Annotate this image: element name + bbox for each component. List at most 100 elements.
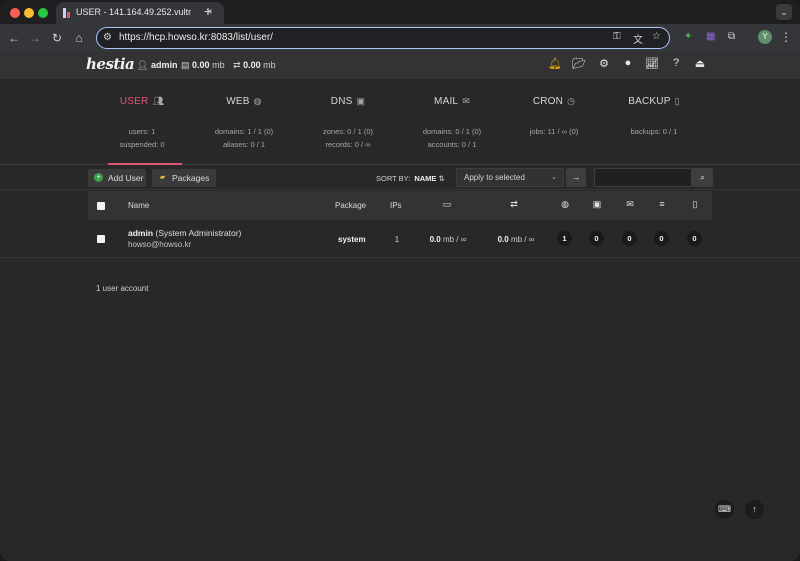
user-count: 1 user account (96, 284, 149, 293)
user-disk: 0.0 mb / ∞ (429, 235, 467, 244)
dns-book-icon: ▣ (592, 199, 602, 209)
reload-icon[interactable]: ↻ (49, 30, 65, 46)
disk-usage: ▤ 0.00 mb (181, 60, 225, 70)
home-icon[interactable]: ⌂ (71, 30, 87, 46)
scroll-top-button[interactable]: ↑ (745, 500, 764, 519)
mail-count-badge: 0 (622, 231, 637, 246)
add-circle-icon: + (94, 173, 103, 182)
hestia-logo[interactable]: hestia (86, 55, 135, 73)
active-tab-indicator (108, 163, 182, 165)
back-icon[interactable]: ← (6, 30, 22, 46)
browser-menu-icon[interactable]: ⋮ (780, 30, 792, 44)
backup-count-badge: 0 (687, 231, 702, 246)
transfer-icon: ⇄ (233, 60, 241, 70)
profile-icon[interactable]: ● (621, 57, 635, 73)
tab-backup[interactable]: BACKUP ▯ backups: 0 / 1 (604, 79, 704, 137)
apply-button[interactable]: → (566, 168, 586, 187)
search-icon: ⌕ (699, 172, 706, 182)
sort-arrows-icon: ⇅ (438, 174, 445, 183)
tab-title: USER - 141.164.49.252.vultr (76, 7, 192, 17)
profile-avatar[interactable]: Y (758, 30, 772, 44)
new-tab-button[interactable]: + (204, 3, 212, 19)
divider (0, 257, 800, 258)
bookmark-star-icon[interactable]: ☆ (652, 31, 661, 42)
arrow-up-icon: ↑ (752, 504, 757, 514)
column-ips[interactable]: IPs (390, 201, 402, 210)
keyboard-shortcuts-button[interactable]: ⌨ (715, 500, 734, 519)
user-email: howso@howso.kr (128, 240, 192, 249)
add-user-button[interactable]: + Add User (88, 169, 146, 187)
address-bar[interactable]: ⚙ https://hcp.howso.kr:8083/list/user/ ⚿… (96, 27, 670, 49)
browser-tab[interactable]: USER - 141.164.49.252.vultr × (56, 2, 224, 24)
tab-strip: USER - 141.164.49.252.vultr × + ⌄ (0, 0, 800, 24)
row-checkbox[interactable] (97, 235, 105, 243)
password-key-icon[interactable]: ⚿ (613, 31, 621, 42)
browser-toolbar: ← → ↻ ⌂ ⚙ https://hcp.howso.kr:8083/list… (0, 24, 800, 52)
notifications-icon[interactable]: 🔔︎ (548, 57, 562, 73)
mail-icon: ✉ (626, 199, 634, 209)
tab-cron[interactable]: CRON ◷ jobs: 11 / ∞ (0) (504, 79, 604, 137)
user-indicator: 👤︎ admin (137, 60, 178, 70)
database-icon: ≡ (659, 199, 665, 209)
hard-drive-icon: ▤ (181, 60, 190, 70)
help-icon[interactable]: ? (669, 57, 683, 73)
mail-bulk-icon: ✉ (462, 96, 470, 106)
table-header: Name Package IPs ▭ ⇄ ◍ ▣ ✉ ≡ ▯ (88, 191, 712, 220)
column-name[interactable]: Name (128, 201, 149, 210)
user-package: system (338, 235, 366, 244)
app-topbar: hestia 👤︎ admin ▤ 0.00 mb ⇄ 0.00 mb 🔔︎ 📂… (0, 52, 800, 79)
section-tabs: USER 👥︎ users: 1 suspended: 0 WEB ◍ domain… (0, 79, 800, 165)
address-book-icon: ▣ (356, 96, 366, 106)
window-close-button[interactable] (10, 8, 20, 18)
globe-icon: ◍ (253, 96, 262, 106)
users-icon: 👥︎ (152, 96, 165, 106)
select-all-checkbox[interactable] (97, 202, 105, 210)
file-manager-icon[interactable]: 📂︎ (572, 57, 586, 73)
disk-icon: ▭ (442, 199, 452, 209)
dns-count-badge: 0 (589, 231, 604, 246)
bulk-action-select[interactable]: Apply to selected ⌄ (456, 168, 564, 187)
tab-user[interactable]: USER 👥︎ users: 1 suspended: 0 (92, 79, 192, 150)
browser-window: USER - 141.164.49.252.vultr × + ⌄ ← → ↻ … (0, 0, 800, 561)
tab-mail[interactable]: MAIL ✉ domains: 0 / 1 (0) accounts: 0 / 1 (402, 79, 502, 150)
extensions-puzzle-icon[interactable]: ⧉ (728, 31, 735, 42)
tab-web[interactable]: WEB ◍ domains: 1 / 1 (0) aliases: 0 / 1 (194, 79, 294, 150)
extension-leaf-icon[interactable]: ✦ (684, 31, 692, 42)
server-settings-icon[interactable]: ⚙ (597, 57, 611, 73)
tab-dns[interactable]: DNS ▣ zones: 0 / 1 (0) records: 0 / ∞ (298, 79, 398, 150)
user-name[interactable]: admin (System Administrator) (128, 228, 241, 238)
sort-by-control[interactable]: SORT BY: NAME ⇅ (376, 174, 445, 183)
bandwidth-usage: ⇄ 0.00 mb (233, 60, 276, 70)
logout-icon[interactable]: ⏏ (693, 57, 707, 73)
chevron-down-icon: ⌄ (551, 174, 557, 181)
statistics-icon[interactable]: 📈︎ (645, 57, 659, 73)
web-count-badge: 1 (557, 231, 572, 246)
keyboard-icon: ⌨ (718, 504, 731, 514)
forward-icon[interactable]: → (27, 30, 43, 46)
search-input[interactable] (594, 168, 692, 187)
box-icon: ▰ (159, 174, 166, 181)
url-text: https://hcp.howso.kr:8083/list/user/ (119, 32, 273, 43)
extension-grid-icon[interactable]: ▦ (706, 31, 715, 42)
file-zipper-icon: ▯ (674, 96, 680, 106)
web-globe-icon: ◍ (561, 199, 569, 209)
column-package[interactable]: Package (335, 201, 366, 210)
table-row: admin (System Administrator) howso@howso… (88, 220, 712, 257)
translate-icon[interactable]: 文 (633, 31, 643, 46)
site-info-icon[interactable]: ⚙ (103, 32, 112, 43)
packages-button[interactable]: ▰ Packages (152, 169, 216, 187)
hestia-favicon-icon (63, 8, 72, 18)
window-maximize-button[interactable] (38, 8, 48, 18)
user-bandwidth: 0.0 mb / ∞ (497, 235, 535, 244)
user-icon: 👤︎ (137, 60, 149, 70)
search-button[interactable]: ⌕ (692, 168, 713, 187)
user-ips: 1 (394, 235, 400, 244)
db-count-badge: 0 (654, 231, 669, 246)
clock-icon: ◷ (567, 96, 576, 106)
tab-search-icon[interactable]: ⌄ (776, 4, 792, 20)
action-bar: + Add User ▰ Packages SORT BY: NAME ⇅ App… (0, 166, 800, 190)
arrow-right-icon: → (571, 172, 581, 182)
bandwidth-icon: ⇄ (510, 199, 518, 209)
backup-file-icon: ▯ (692, 199, 698, 209)
window-minimize-button[interactable] (24, 8, 34, 18)
